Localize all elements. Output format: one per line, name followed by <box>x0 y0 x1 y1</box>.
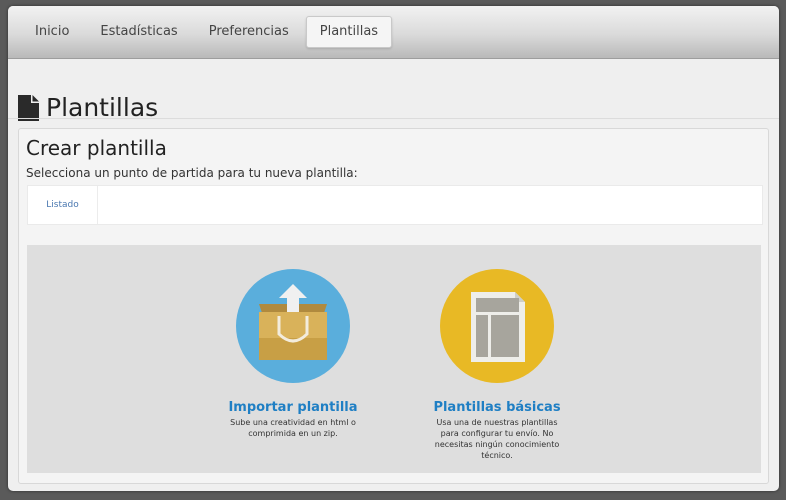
subtab-listado[interactable]: Listado <box>28 186 98 224</box>
panel-title: Crear plantilla <box>26 136 167 160</box>
create-template-panel: Crear plantilla Selecciona un punto de p… <box>18 128 769 484</box>
import-box-icon <box>236 269 350 383</box>
main-tabs: Inicio Estadísticas Preferencias Plantil… <box>21 16 395 48</box>
template-options-gallery: Importar plantilla Sube una creatividad … <box>27 245 761 473</box>
basic-templates-description: Usa una de nuestras plantillas para conf… <box>434 418 560 460</box>
import-template-description: Sube una creatividad en html o comprimid… <box>230 418 356 438</box>
tab-preferencias[interactable]: Preferencias <box>195 16 303 48</box>
document-icon <box>18 94 39 121</box>
basic-templates-option[interactable]: Plantillas básicas Usa una de nuestras p… <box>417 268 577 461</box>
app-window: Inicio Estadísticas Preferencias Plantil… <box>8 6 779 491</box>
divider <box>8 118 779 119</box>
top-nav-bar: Inicio Estadísticas Preferencias Plantil… <box>8 6 779 59</box>
panel-subtitle: Selecciona un punto de partida para tu n… <box>26 166 358 180</box>
template-layout-icon <box>440 269 554 383</box>
subtab-bar: Listado <box>27 185 763 225</box>
import-template-title[interactable]: Importar plantilla <box>213 400 373 416</box>
tab-estadisticas[interactable]: Estadísticas <box>86 16 191 48</box>
tab-inicio[interactable]: Inicio <box>21 16 83 48</box>
basic-templates-title[interactable]: Plantillas básicas <box>417 400 577 416</box>
tab-plantillas[interactable]: Plantillas <box>305 16 393 48</box>
import-template-option[interactable]: Importar plantilla Sube una creatividad … <box>213 268 373 439</box>
